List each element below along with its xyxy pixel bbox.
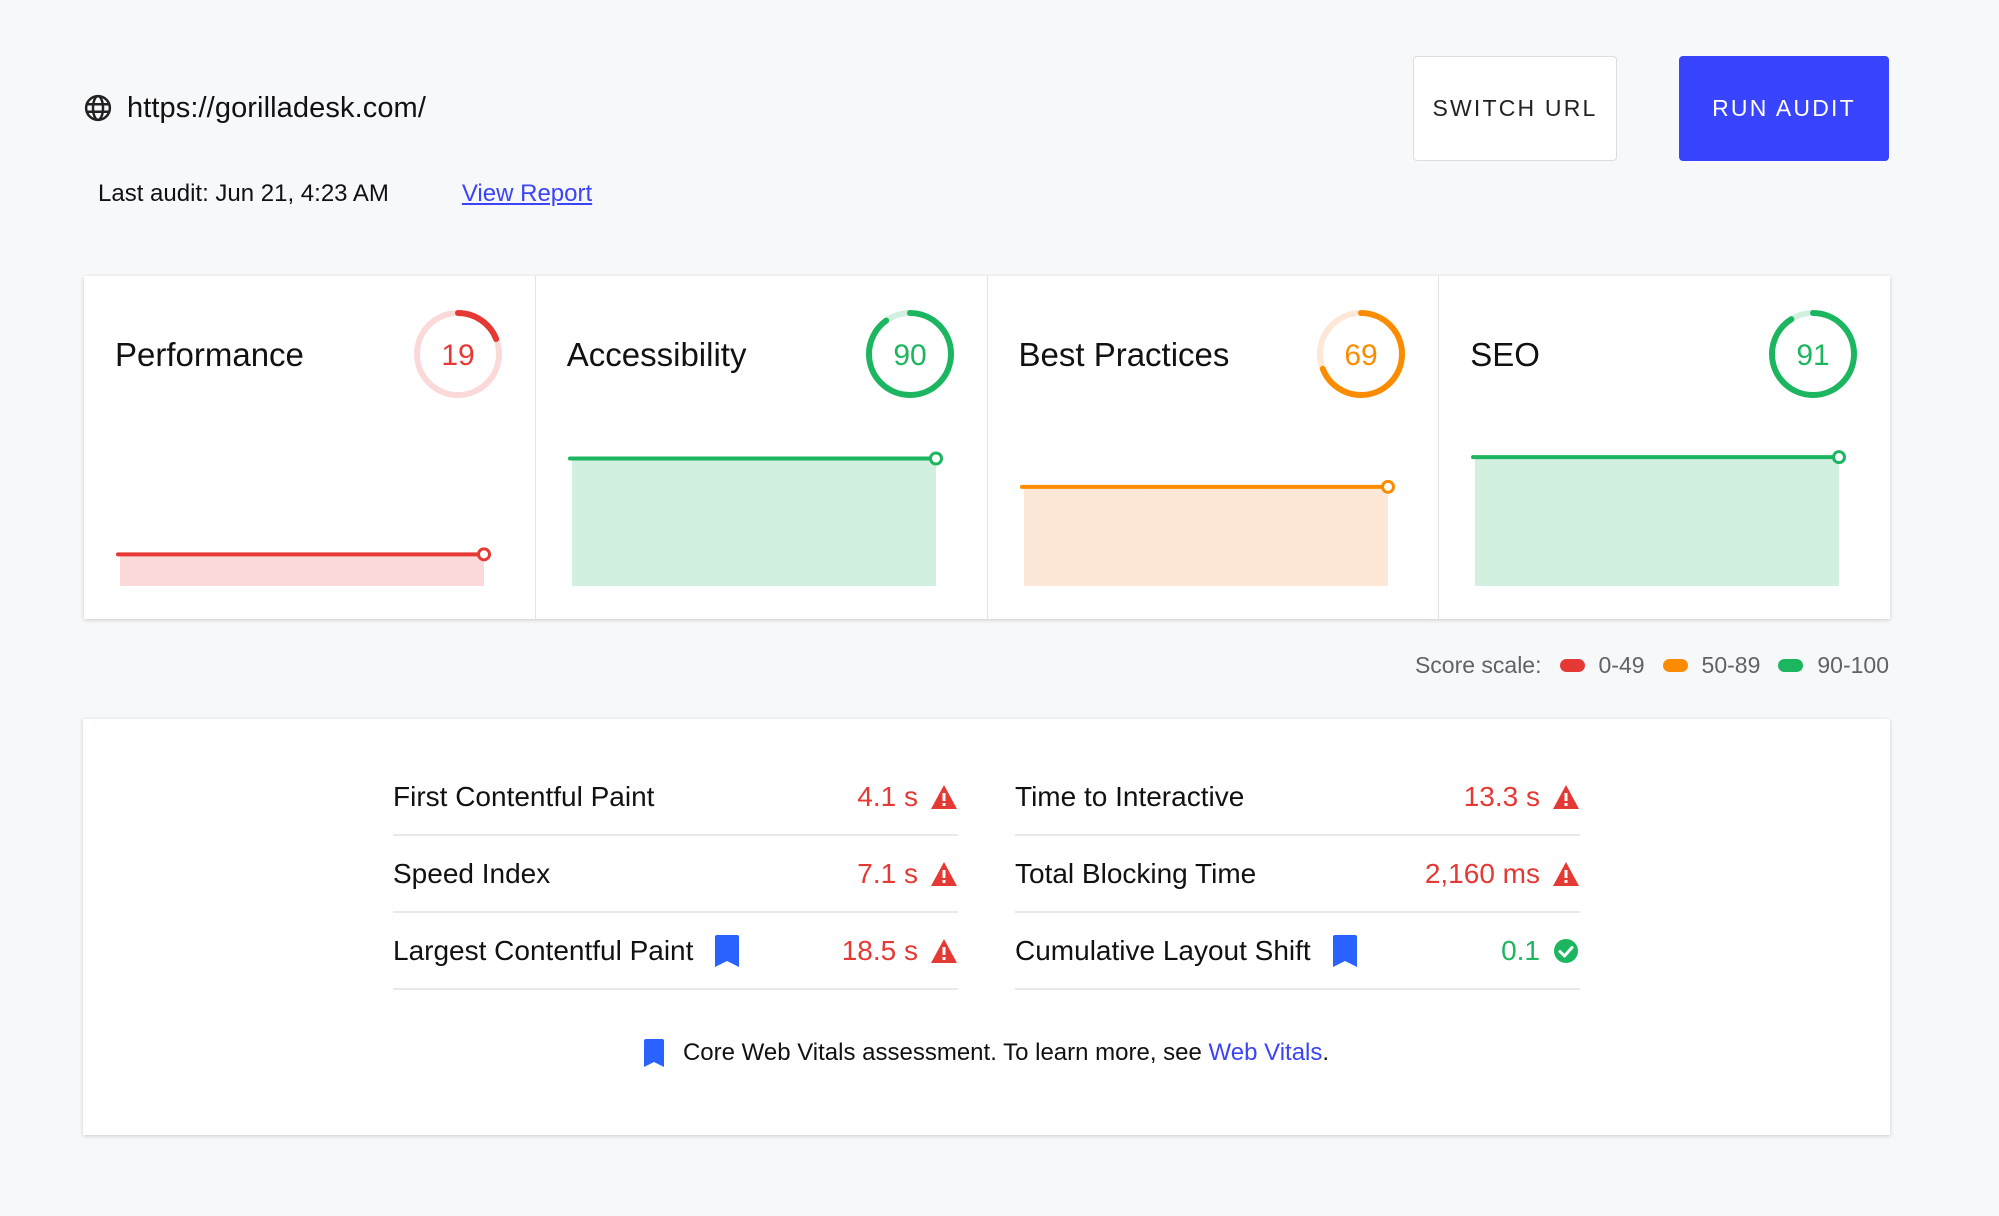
- metric-label: First Contentful Paint: [393, 781, 655, 812]
- card-title: Accessibility: [566, 336, 747, 373]
- metric-value: 0.1: [1501, 935, 1540, 966]
- score-value: 90: [893, 339, 926, 372]
- card-title: SEO: [1470, 336, 1540, 373]
- score-gauge: 90: [865, 310, 954, 398]
- score-gauge: 19: [413, 310, 502, 398]
- card-title: Best Practices: [1018, 336, 1230, 373]
- last-audit-text: Last audit: Jun 21, 4:23 AM: [98, 180, 389, 207]
- score-scale-label: Score scale:: [1414, 652, 1542, 678]
- footnote-text: Core Web Vitals assessment. To learn mor…: [682, 1039, 1209, 1066]
- check-circle-icon: [1554, 939, 1578, 963]
- run-audit-button[interactable]: RUN AUDIT: [1679, 56, 1889, 161]
- score-value: 69: [1345, 339, 1378, 372]
- score-value: 19: [441, 339, 474, 372]
- metric-row: Speed Index 7.1 s: [393, 837, 958, 913]
- bookmark-icon: [643, 1039, 664, 1067]
- range-label: 0-49: [1598, 652, 1645, 678]
- trend-point: [1832, 450, 1847, 465]
- card-seo[interactable]: SEO 91: [1439, 276, 1890, 619]
- trend-area: [571, 458, 936, 586]
- warning-triangle-icon: [1553, 862, 1579, 886]
- trend-area: [1023, 486, 1388, 586]
- trend-area: [1475, 457, 1840, 586]
- globe-icon: [84, 94, 112, 122]
- orange-pill-icon: [1662, 659, 1688, 672]
- metric-value: 2,160 ms: [1424, 858, 1540, 889]
- metric-label: Total Blocking Time: [1015, 858, 1257, 889]
- score-trend-chart: [1019, 479, 1395, 586]
- score-gauge: 91: [1769, 310, 1857, 398]
- trend-point: [928, 451, 943, 466]
- card-best-practices[interactable]: Best Practices 69: [988, 276, 1440, 619]
- metric-row: Largest Contentful Paint 18.5 s: [393, 914, 958, 990]
- metric-label: Largest Contentful Paint: [393, 935, 694, 966]
- metrics-column-left: First Contentful Paint 4.1 s Speed Index 7.…: [393, 760, 958, 991]
- metric-value: 13.3 s: [1463, 781, 1540, 812]
- score-trend-chart: [116, 547, 491, 586]
- metric-row: First Contentful Paint 4.1 s: [393, 760, 958, 836]
- card-accessibility[interactable]: Accessibility 90: [536, 276, 988, 619]
- metrics-panel: First Contentful Paint 4.1 s Speed Index 7.…: [83, 719, 1890, 1135]
- trend-area: [120, 554, 484, 586]
- score-trend-chart: [1471, 450, 1847, 586]
- metric-label: Time to Interactive: [1015, 781, 1245, 812]
- trend-point: [477, 547, 491, 562]
- metric-row: Total Blocking Time 2,160 ms: [1015, 837, 1580, 913]
- trend-point: [1380, 479, 1395, 494]
- metric-label: Speed Index: [393, 858, 551, 889]
- metric-row: Time to Interactive 13.3 s: [1015, 760, 1580, 836]
- metric-label: Cumulative Layout Shift: [1015, 935, 1311, 966]
- warning-triangle-icon: [931, 939, 957, 963]
- warning-triangle-icon: [1553, 785, 1579, 809]
- warning-triangle-icon: [931, 785, 957, 809]
- metric-value: 18.5 s: [841, 935, 918, 966]
- view-report-link[interactable]: View Report: [462, 180, 592, 208]
- card-performance[interactable]: Performance 19: [84, 276, 536, 619]
- metric-row: Cumulative Layout Shift 0.1: [1015, 914, 1580, 990]
- audit-info: Last audit: Jun 21, 4:23 AM View Report: [98, 180, 592, 208]
- web-vitals-link[interactable]: Web Vitals: [1209, 1039, 1323, 1067]
- score-gauge: 69: [1317, 310, 1406, 398]
- bookmark-icon: [1332, 935, 1357, 967]
- range-label: 90-100: [1817, 652, 1889, 678]
- green-pill-icon: [1778, 659, 1804, 672]
- card-title: Performance: [115, 336, 304, 373]
- url-row: https://gorilladesk.com/: [83, 88, 426, 128]
- bookmark-icon: [715, 935, 740, 967]
- score-value: 91: [1796, 339, 1829, 372]
- red-pill-icon: [1559, 659, 1585, 672]
- audited-url: https://gorilladesk.com/: [127, 91, 426, 124]
- switch-url-button[interactable]: SWITCH URL: [1413, 56, 1617, 161]
- footnote-suffix: .: [1322, 1039, 1330, 1066]
- core-web-vitals-footnote: Core Web Vitals assessment. To learn mor…: [83, 1039, 1890, 1067]
- range-label: 50-89: [1701, 652, 1761, 678]
- score-scale-legend: Score scale: 0-49 50-89 90-100: [1415, 652, 1889, 679]
- warning-triangle-icon: [931, 862, 957, 886]
- metric-value: 7.1 s: [857, 858, 918, 889]
- score-trend-chart: [567, 451, 943, 586]
- category-cards: Performance 19 Accessibility 90 Best Pra…: [84, 276, 1890, 619]
- metric-value: 4.1 s: [857, 781, 918, 812]
- metrics-column-right: Time to Interactive 13.3 s Total Blocking …: [1015, 760, 1580, 991]
